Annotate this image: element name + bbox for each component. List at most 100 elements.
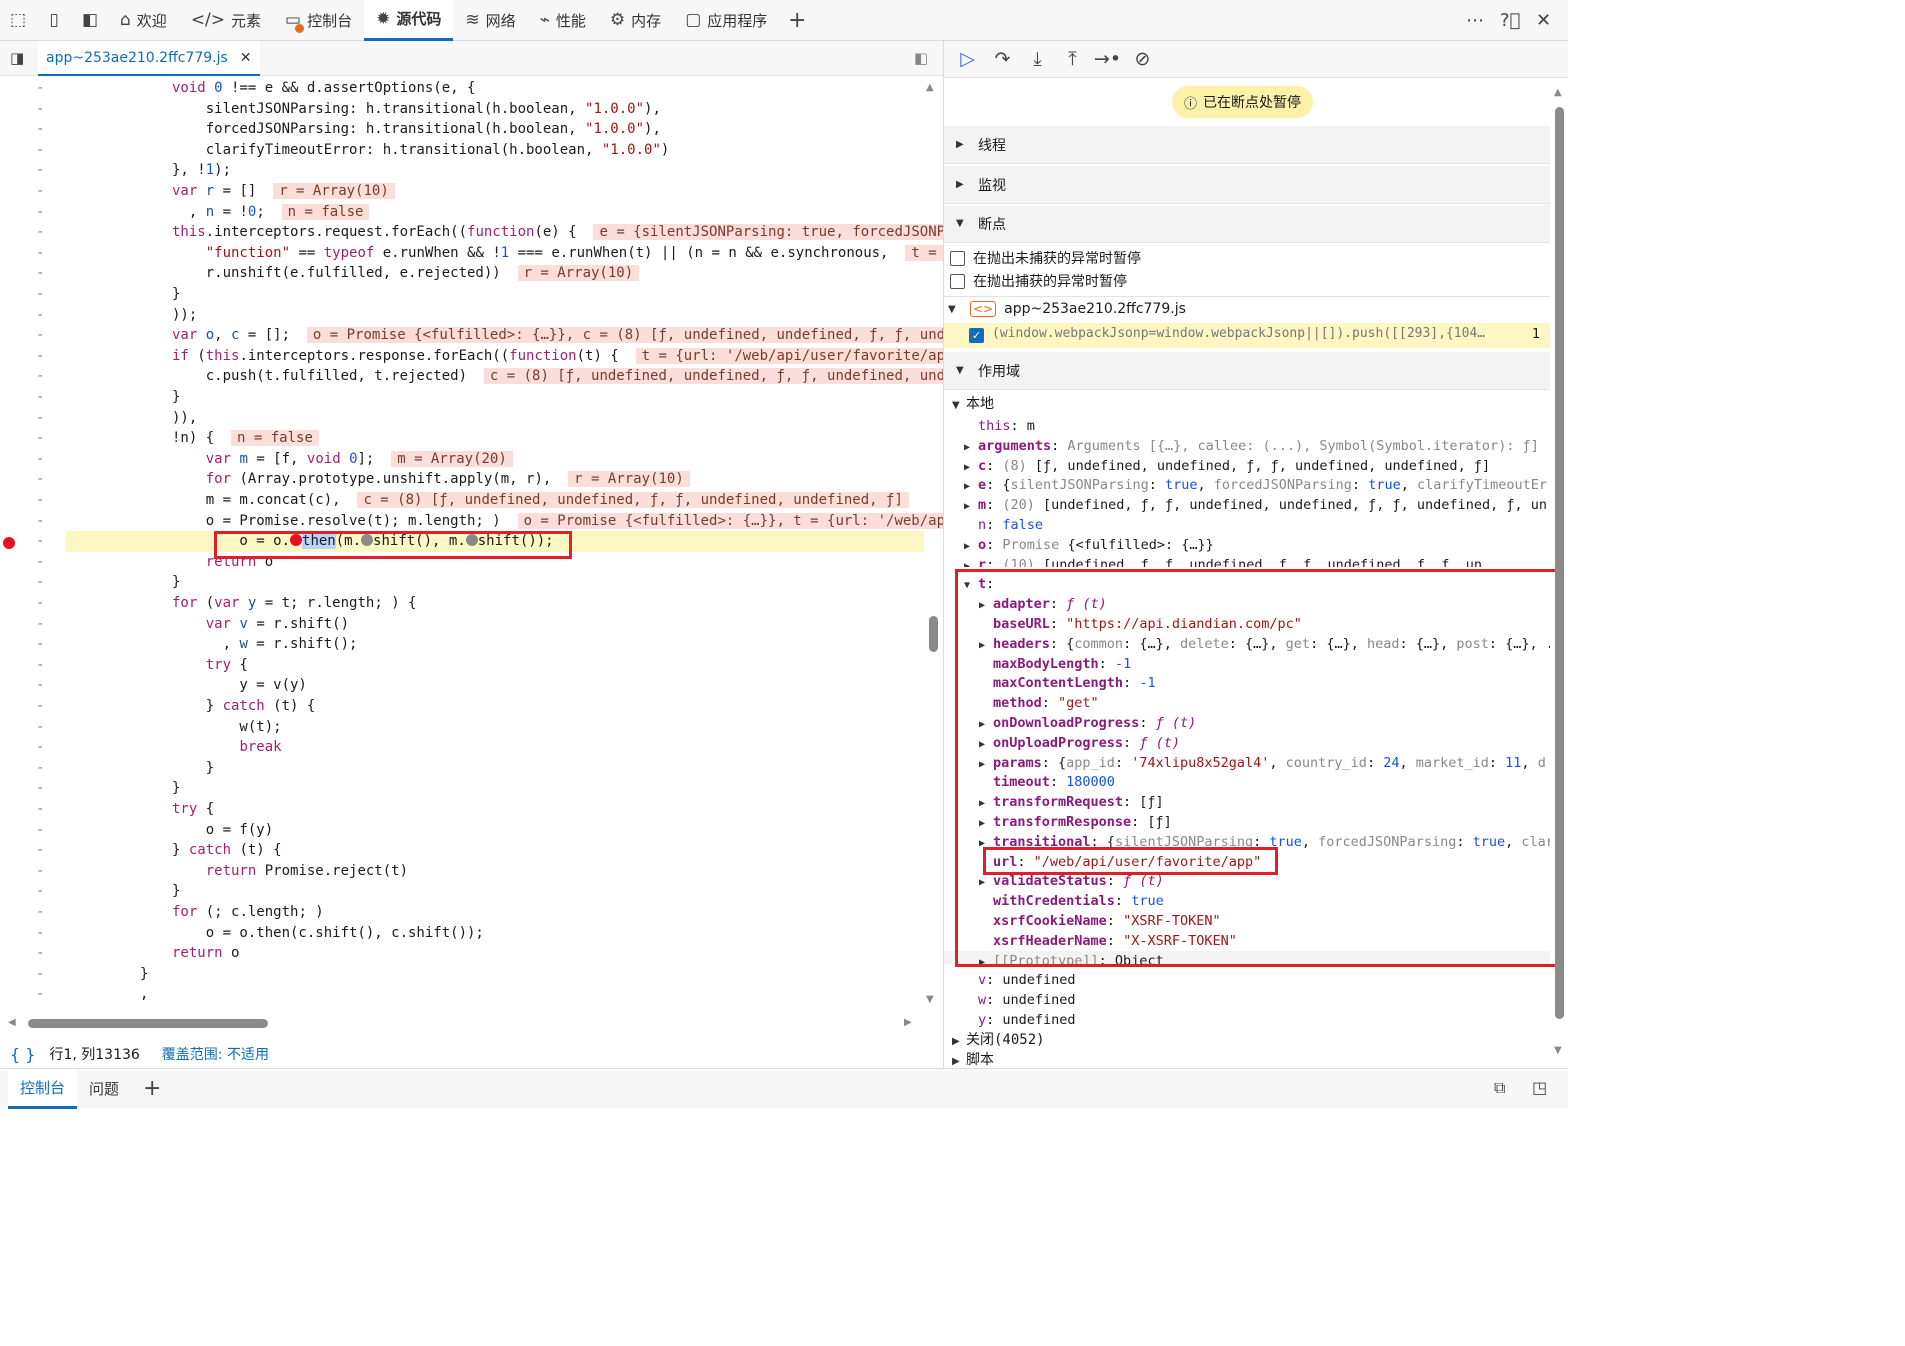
breakpoints-section[interactable]: ▼ 断点 — [944, 205, 1550, 243]
scope-vertical-scrollbar[interactable]: ▲ ▼ — [1551, 85, 1568, 1060]
gutter-marker[interactable]: - — [36, 593, 44, 614]
code-line[interactable]: - forcedJSONParsing: h.transitional(h.bo… — [0, 119, 944, 140]
deactivate-breakpoints-icon[interactable]: ⊘ — [1125, 48, 1160, 70]
gutter-marker[interactable]: - — [36, 552, 44, 573]
code-line[interactable]: - } — [0, 758, 944, 779]
pause-uncaught-option[interactable]: 在抛出未捕获的异常时暂停 — [950, 248, 1141, 268]
gutter-marker[interactable]: - — [36, 387, 44, 408]
code-line[interactable]: -, — [0, 984, 944, 1005]
scope-property[interactable]: ▶ c: (8) [ƒ, undefined, undefined, ƒ, ƒ, … — [964, 456, 1550, 476]
gutter-marker[interactable]: - — [36, 675, 44, 696]
gutter-marker[interactable]: - — [36, 119, 44, 140]
gutter-marker[interactable]: - — [36, 655, 44, 676]
gutter-marker[interactable]: - — [36, 696, 44, 717]
code-line[interactable]: - clarifyTimeoutError: h.transitional(h.… — [0, 140, 944, 161]
scope-section[interactable]: ▼ 作用域 — [944, 352, 1550, 390]
gutter-marker[interactable]: - — [36, 758, 44, 779]
gutter-marker[interactable]: - — [36, 243, 44, 264]
scroll-down-icon[interactable]: ▼ — [926, 994, 934, 1005]
code-line[interactable]: - break — [0, 737, 944, 758]
gutter-marker[interactable]: - — [36, 99, 44, 120]
tab-2[interactable]: ▭ 控制台 — [273, 0, 364, 41]
code-line[interactable]: -} — [0, 387, 944, 408]
breakpoint-marker[interactable] — [3, 537, 15, 549]
tab-4[interactable]: ≋ 网络 — [453, 0, 527, 41]
gutter-marker[interactable]: - — [36, 717, 44, 738]
code-line[interactable]: - var r = [] r = Array(10) — [0, 181, 944, 202]
add-drawer-tab-button[interactable]: + — [143, 1076, 161, 1101]
add-tab-button[interactable]: + — [779, 0, 815, 41]
code-line[interactable]: - return Promise.reject(t) — [0, 861, 944, 882]
gutter-marker[interactable]: - — [36, 181, 44, 202]
pause-uncaught-checkbox[interactable] — [950, 250, 965, 266]
scope-property[interactable]: ▶ e: {silentJSONParsing: true, forcedJSON… — [964, 475, 1550, 495]
code-line[interactable]: - w(t); — [0, 717, 944, 738]
code-line[interactable]: - y = v(y) — [0, 675, 944, 696]
code-line[interactable]: -} — [0, 881, 944, 902]
threads-section[interactable]: ▶ 线程 — [944, 126, 1550, 164]
code-line[interactable]: - for (Array.prototype.unshift.apply(m, … — [0, 469, 944, 490]
dock-side-icon[interactable]: ◳ — [1532, 1078, 1547, 1097]
gutter-marker[interactable]: - — [36, 140, 44, 161]
code-line[interactable]: - , n = !0; n = false — [0, 202, 944, 223]
gutter-marker[interactable]: - — [36, 614, 44, 635]
tab-3[interactable]: ✹ 源代码 — [364, 0, 454, 41]
code-line[interactable]: - !n) { n = false — [0, 428, 944, 449]
close-tab-icon[interactable]: ✕ — [240, 50, 252, 66]
gutter-marker[interactable]: - — [36, 820, 44, 841]
scope-property[interactable]: ▶ m: (20) [undefined, ƒ, ƒ, undefined, un… — [964, 495, 1550, 515]
code-line[interactable]: - m = m.concat(c), c = (8) [ƒ, undefined… — [0, 490, 944, 511]
toggle-navigator-icon[interactable]: ◨ — [10, 49, 24, 67]
code-line[interactable]: -}, !1); — [0, 160, 944, 181]
code-line[interactable]: - o = f(y) — [0, 820, 944, 841]
code-line[interactable]: -} — [0, 572, 944, 593]
gutter-marker[interactable]: - — [36, 263, 44, 284]
scope-property[interactable]: ▶ arguments: Arguments [{…}, callee: (...… — [964, 436, 1550, 456]
closure-scope[interactable]: ▶ 关闭(4052) — [952, 1030, 1045, 1050]
code-line[interactable]: -)), — [0, 408, 944, 429]
gutter-marker[interactable]: - — [36, 861, 44, 882]
gutter-marker[interactable]: - — [36, 799, 44, 820]
close-devtools-icon[interactable]: ✕ — [1536, 0, 1551, 41]
code-line[interactable]: -} — [0, 964, 944, 985]
gutter-marker[interactable]: - — [36, 943, 44, 964]
undock-icon[interactable]: ⧉ — [1494, 1078, 1505, 1098]
pretty-print-button[interactable]: { } — [10, 1045, 35, 1064]
gutter-marker[interactable]: - — [36, 634, 44, 655]
gutter-marker[interactable]: - — [36, 160, 44, 181]
more-options-icon[interactable]: ⋯ — [1466, 0, 1484, 41]
code-line[interactable]: - } catch (t) { — [0, 696, 944, 717]
code-line[interactable]: - try { — [0, 799, 944, 820]
step-over-icon[interactable]: ↷ — [985, 48, 1020, 70]
code-line[interactable]: -} — [0, 284, 944, 305]
step-into-icon[interactable]: ⤓ — [1020, 48, 1055, 70]
gutter-marker[interactable]: - — [36, 902, 44, 923]
scope-property[interactable]: n: false — [964, 515, 1550, 535]
gutter-marker[interactable]: - — [36, 222, 44, 243]
inspect-element-icon[interactable]: ⬚ — [0, 0, 36, 41]
gutter-marker[interactable]: - — [36, 428, 44, 449]
code-line[interactable]: - if (this.interceptors.response.forEach(… — [0, 346, 944, 367]
gutter-marker[interactable]: - — [36, 511, 44, 532]
code-line[interactable]: - for (var y = t; r.length; ) { — [0, 593, 944, 614]
pause-caught-checkbox[interactable] — [950, 273, 965, 289]
drawer-tab-0[interactable]: 控制台 — [8, 1068, 78, 1109]
gutter-marker[interactable]: - — [36, 346, 44, 367]
scope-property[interactable]: ▶ o: Promise {<fulfilled>: {…}} — [964, 535, 1550, 555]
gutter-marker[interactable]: - — [36, 305, 44, 326]
gutter-marker[interactable]: - — [36, 778, 44, 799]
scope-property[interactable]: this: m — [964, 416, 1550, 436]
scope-property[interactable]: w: undefined — [964, 990, 1550, 1010]
device-emulation-icon[interactable]: ▯ — [36, 0, 72, 41]
code-line[interactable]: -)); — [0, 305, 944, 326]
code-line[interactable]: - void 0 !== e && d.assertOptions(e, { — [0, 78, 944, 99]
scope-property[interactable]: v: undefined — [964, 970, 1550, 990]
drawer-tab-1[interactable]: 问题 — [77, 1069, 131, 1109]
scope-property[interactable]: ▶ r: (10) [undefined, ƒ, ƒ, undefined, ƒ,… — [964, 555, 1550, 567]
tab-6[interactable]: ⚙ 内存 — [598, 0, 673, 41]
breakpoint-entry[interactable]: ✓ (window.webpackJsonp=window.webpackJso… — [944, 323, 1550, 348]
code-line[interactable]: - var m = [f, void 0]; m = Array(20) — [0, 449, 944, 470]
scroll-up-icon[interactable]: ▲ — [926, 82, 934, 93]
gutter-marker[interactable]: - — [36, 449, 44, 470]
toggle-debugger-icon[interactable]: ◧ — [914, 49, 928, 67]
